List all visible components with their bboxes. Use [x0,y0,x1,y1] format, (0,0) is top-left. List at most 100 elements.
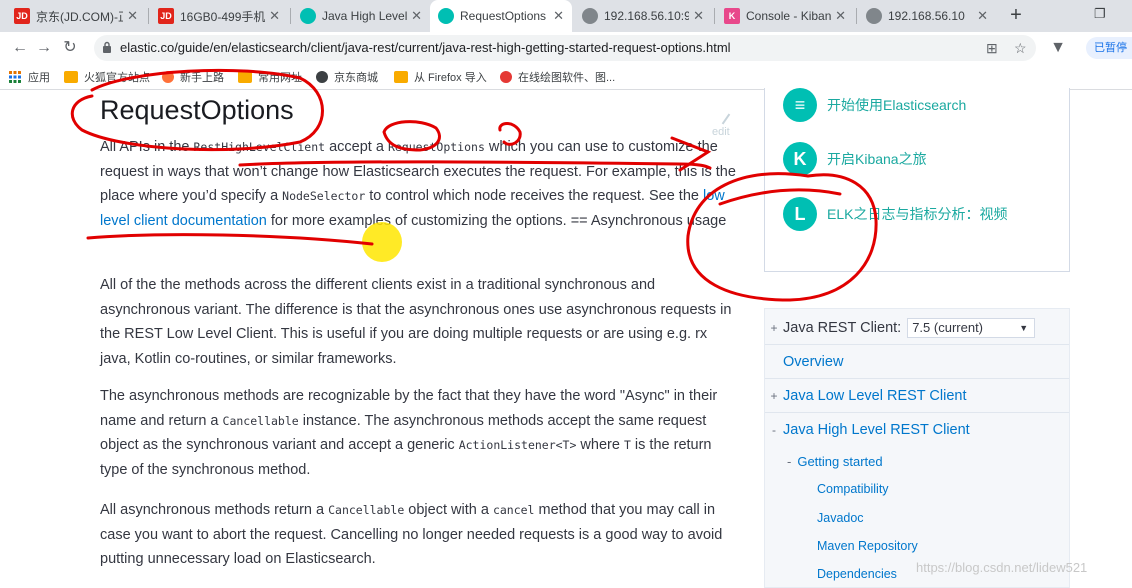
caret-down-icon: ▼ [1019,322,1029,333]
url-text: elastic.co/guide/en/elasticsearch/client… [120,40,731,55]
bookmark-getting-started[interactable]: 新手上路 [162,69,224,85]
close-icon[interactable]: ✕ [553,8,564,24]
bookmark-label: 从 Firefox 导入 [414,72,487,84]
expand-icon[interactable]: + [765,389,783,403]
elastic-favicon-icon [438,8,454,24]
expand-icon[interactable]: + [765,321,783,335]
toc-item-overview[interactable]: Overview [765,345,1069,379]
promo-label: ELK之日志与指标分析：视频 [827,206,1008,222]
close-icon[interactable]: ✕ [127,8,138,24]
globe-icon [866,8,882,24]
firefox-icon [162,71,174,83]
toc-item-dependencies[interactable]: Dependencies [817,567,897,581]
toc-label: Java High Level REST Client [783,422,970,438]
forward-icon[interactable]: → [32,36,56,60]
tab-title: RequestOptions [460,9,547,23]
toc-item-low-level[interactable]: + Java Low Level REST Client [765,379,1069,413]
inline-code: cancel [492,503,535,517]
toc-item-javadoc[interactable]: Javadoc [817,511,864,525]
close-icon[interactable]: ✕ [269,8,280,24]
promo-label: 开始使用Elasticsearch [827,97,967,113]
bookmark-import[interactable]: 从 Firefox 导入 [394,69,487,85]
close-icon[interactable]: ✕ [977,8,988,24]
paused-sync-button[interactable]: 已暂停 [1086,37,1132,59]
restore-window-icon[interactable]: ❐ [1094,6,1106,22]
inline-code: ActionListener<T> [458,438,577,452]
browser-tab[interactable]: JD 16GB0-499手机 ✕ [150,0,288,32]
bookmark-label: 应用 [28,72,50,84]
extension-icon[interactable]: ▼ [1046,36,1070,60]
translate-icon[interactable]: ⊞ [986,40,998,57]
bookmark-apps[interactable]: 应用 [8,69,50,85]
browser-tab[interactable]: 192.168.56.10:92 ✕ [574,0,712,32]
tab-title: 192.168.56.10:92 [604,9,690,23]
jd-favicon-icon: JD [158,8,174,24]
kibana-favicon-icon: K [724,8,740,24]
toc-label: Java Low Level REST Client [783,387,967,404]
close-icon[interactable]: ✕ [411,8,422,24]
folder-icon [394,71,408,83]
tab-title: 16GB0-499手机 [180,9,266,24]
bookmark-label: 新手上路 [180,72,224,84]
close-icon[interactable]: ✕ [835,8,846,24]
promo-label: 开启Kibana之旅 [827,151,927,167]
toc-item-getting-started[interactable]: - Getting started [787,454,883,469]
inline-code: RequestOptions [387,140,485,154]
async-paragraph-1: All of the the methods across the differ… [100,277,732,367]
bookmark-label: 火狐官方站点 [84,72,150,84]
bookmark-star-icon[interactable]: ☆ [1014,40,1027,57]
promo-item-elasticsearch[interactable]: ≡ 开始使用Elasticsearch [783,88,966,122]
bookmark-common-sites[interactable]: 常用网址 [238,69,302,85]
intro-paragraph: All APIs in the RestHighLevelClient acce… [100,139,736,229]
browser-toolbar: ← → ↻ elastic.co/guide/en/elasticsearch/… [0,32,1132,64]
bookmark-label: 在线绘图软件、图... [518,72,616,84]
elastic-favicon-icon [300,8,316,24]
inline-code: RestHighLevelClient [193,140,326,154]
browser-tab[interactable]: K Console - Kibana ✕ [716,0,854,32]
globe-icon [316,71,328,83]
version-select[interactable]: 7.5 (current) ▼ [907,317,1036,338]
toc-item-high-level[interactable]: - Java High Level REST Client [765,413,1069,447]
promo-item-elk-video[interactable]: L ELK之日志与指标分析：视频 [783,197,1007,231]
bookmark-label: 常用网址 [258,72,302,84]
logstash-icon: L [783,197,817,231]
collapse-icon[interactable]: - [787,454,791,469]
reload-icon[interactable]: ↻ [58,36,82,60]
bookmarks-bar: 应用 火狐官方站点 新手上路 常用网址 京东商城 从 Firefox 导入 在线… [0,64,1132,90]
kibana-icon: K [783,142,817,176]
page-title: RequestOptions [100,95,294,125]
page-content: RequestOptions edit All APIs in the Rest… [0,88,1132,588]
toc-label: Overview [783,353,844,370]
browser-tab[interactable]: Java High Level R ✕ [292,0,430,32]
tab-title: 京东(JD.COM)-正 [36,9,124,24]
collapse-icon[interactable]: - [765,423,783,437]
bookmark-drawing[interactable]: 在线绘图软件、图... [500,69,615,85]
inline-code: NodeSelector [282,189,366,203]
new-tab-button[interactable]: + [1004,4,1028,28]
tab-title: Java High Level R [322,9,408,23]
lock-icon [103,41,111,53]
watermark: https://blog.csdn.net/lidew521 [916,560,1088,575]
tab-strip: JD 京东(JD.COM)-正 ✕ JD 16GB0-499手机 ✕ Java … [0,0,1132,32]
client-label: Java REST Client: [783,319,902,336]
browser-tab[interactable]: 192.168.56.10 ✕ [858,0,996,32]
toc-client-version: + Java REST Client: 7.5 (current) ▼ [765,311,1069,345]
inline-code: T [623,438,631,452]
folder-icon [64,71,78,83]
browser-tab[interactable]: JD 京东(JD.COM)-正 ✕ [6,0,146,32]
drawing-icon [500,71,512,83]
browser-tab-active[interactable]: RequestOptions ✕ [430,0,572,32]
toc-item-compatibility[interactable]: Compatibility [817,482,889,496]
toc-item-maven[interactable]: Maven Repository [817,539,918,553]
bookmark-jd[interactable]: 京东商城 [316,69,378,85]
promo-item-kibana[interactable]: K 开启Kibana之旅 [783,142,927,176]
table-of-contents: + Java REST Client: 7.5 (current) ▼ Overv… [764,308,1070,588]
close-icon[interactable]: ✕ [693,8,704,24]
apps-grid-icon [9,71,21,83]
tab-title: Console - Kibana [746,9,832,23]
back-icon[interactable]: ← [8,36,32,60]
async-paragraph-3: All asynchronous methods return a Cancel… [100,502,723,567]
bookmark-firefox-site[interactable]: 火狐官方站点 [64,69,150,85]
pencil-icon [721,113,731,125]
address-bar[interactable]: elastic.co/guide/en/elasticsearch/client… [94,35,1036,61]
